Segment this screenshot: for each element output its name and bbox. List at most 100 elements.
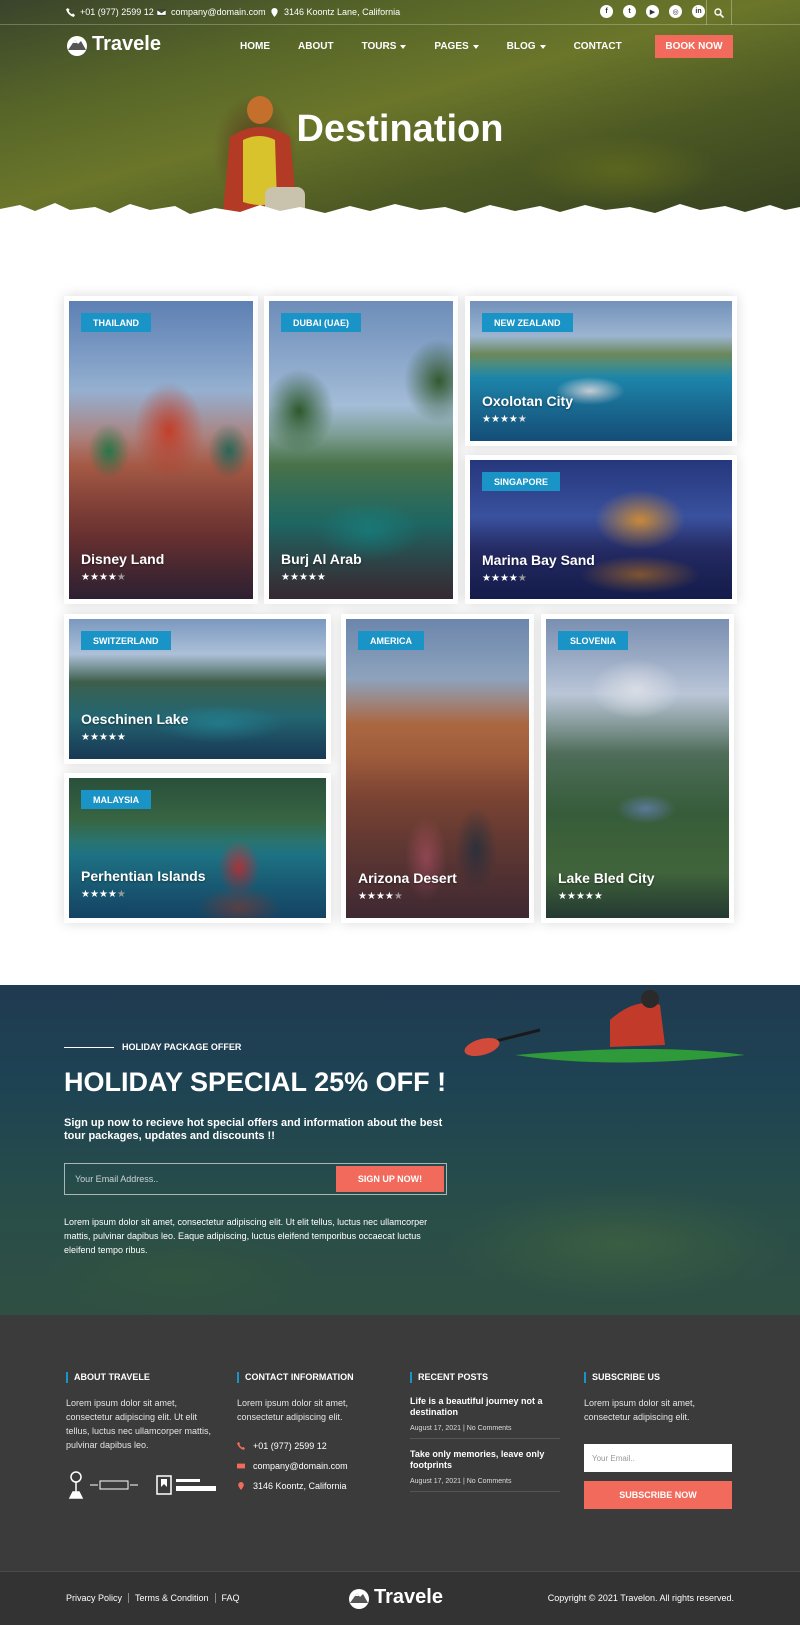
- post-title[interactable]: Take only memories, leave only footprint…: [410, 1449, 560, 1471]
- star-icon: ★: [81, 732, 90, 743]
- topbar-email-text: company@domain.com: [171, 7, 266, 17]
- phone-icon: [66, 7, 75, 17]
- destination-card[interactable]: MALAYSIA Perhentian Islands ★★★★★: [64, 773, 331, 923]
- facebook-icon[interactable]: f: [600, 5, 613, 18]
- destination-name: Arizona Desert: [358, 870, 457, 886]
- rating-stars: ★★★★★: [81, 732, 126, 743]
- youtube-icon[interactable]: ▶: [646, 5, 659, 18]
- privacy-policy-link[interactable]: Privacy Policy: [66, 1593, 128, 1603]
- brand-name: Travele: [92, 33, 161, 55]
- recent-post-item[interactable]: Life is a beautiful journey not a destin…: [410, 1396, 560, 1439]
- footer-logo[interactable]: Travele: [348, 1586, 443, 1609]
- star-icon: ★: [499, 414, 509, 425]
- main-navigation: Travele HOME ABOUT TOURS PAGES BLOG CONT…: [0, 25, 800, 70]
- nav-item-contact[interactable]: CONTACT: [574, 41, 622, 52]
- contact-email[interactable]: company@domain.com: [237, 1456, 387, 1476]
- destination-card[interactable]: AMERICA Arizona Desert ★★★★★: [341, 614, 534, 923]
- footer-posts-heading: RECENT POSTS: [410, 1372, 560, 1383]
- star-icon: ★: [107, 889, 117, 900]
- star-icon: ★: [89, 889, 99, 900]
- star-icon: ★: [584, 891, 594, 902]
- star-icon: ★: [508, 573, 518, 584]
- star-icon: ★: [98, 572, 108, 583]
- site-footer: ABOUT TRAVELE Lorem ipsum dolor sit amet…: [0, 1315, 800, 1625]
- star-icon: ★: [508, 414, 518, 425]
- star-icon: ★: [98, 889, 108, 900]
- star-icon: ★: [490, 573, 500, 584]
- nav-item-blog[interactable]: BLOG: [507, 41, 546, 52]
- terms-link[interactable]: Terms & Condition: [128, 1593, 215, 1603]
- rating-stars: ★★★★★: [281, 572, 326, 583]
- star-icon: ★: [289, 572, 299, 583]
- destination-name: Oeschinen Lake: [81, 711, 189, 727]
- nav-blog-label: BLOG: [506, 41, 536, 52]
- footer-bottom-bar: Privacy Policy Terms & Condition FAQ Tra…: [0, 1571, 800, 1625]
- destination-card[interactable]: SWITZERLAND Oeschinen Lake ★★★★★: [64, 614, 331, 764]
- chevron-down-icon: [539, 44, 546, 49]
- post-meta: August 17, 2021 | No Comments: [410, 1425, 512, 1432]
- nav-pages-label: PAGES: [434, 41, 469, 52]
- topbar-phone-text: +01 (977) 2599 12: [80, 7, 154, 17]
- contact-address: 3146 Koontz, California: [237, 1476, 387, 1496]
- twitter-icon[interactable]: t: [623, 5, 636, 18]
- nav-item-about[interactable]: ABOUT: [298, 41, 334, 52]
- offer-subtitle: Sign up now to recieve hot special offer…: [64, 1117, 443, 1142]
- offer-description: Lorem ipsum dolor sit amet, consectetur …: [64, 1217, 428, 1255]
- star-icon: ★: [116, 732, 126, 743]
- kayak-image: [464, 990, 745, 1063]
- instagram-icon[interactable]: ◎: [669, 5, 682, 18]
- rating-stars: ★★★★★: [81, 889, 126, 900]
- rating-stars: ★★★★★: [358, 891, 403, 902]
- book-now-button[interactable]: BOOK NOW: [655, 35, 733, 58]
- rating-stars: ★★★★★: [558, 891, 603, 902]
- contact-phone[interactable]: +01 (977) 2599 12: [237, 1436, 387, 1456]
- destination-card[interactable]: NEW ZEALAND Oxolotan City ★★★★★: [465, 296, 737, 446]
- footer-about-text: Lorem ipsum dolor sit amet, consectetur …: [66, 1398, 212, 1450]
- star-icon: ★: [482, 573, 491, 584]
- destination-card[interactable]: SLOVENIA Lake Bled City ★★★★★: [541, 614, 734, 923]
- brand-logo[interactable]: Travele: [66, 33, 161, 56]
- post-comments[interactable]: No Comments: [467, 1478, 512, 1485]
- nav-contact-label: CONTACT: [573, 41, 622, 52]
- subscribe-now-button[interactable]: SUBSCRIBE NOW: [584, 1481, 732, 1509]
- linkedin-icon[interactable]: in: [692, 5, 705, 18]
- offer-signup-form: Your Email Address.. SIGN UP NOW!: [64, 1163, 447, 1195]
- star-icon: ★: [107, 572, 117, 583]
- post-comments[interactable]: No Comments: [467, 1425, 512, 1432]
- subscribe-email-input[interactable]: Your Email..: [584, 1444, 732, 1472]
- nav-item-pages[interactable]: PAGES: [434, 41, 479, 52]
- offer-kicker-text: HOLIDAY PACKAGE OFFER: [122, 1042, 242, 1052]
- star-icon: ★: [558, 891, 567, 902]
- map-pin-icon: [271, 7, 278, 17]
- star-icon: ★: [575, 891, 585, 902]
- sign-up-button[interactable]: SIGN UP NOW!: [336, 1166, 444, 1192]
- recent-post-item[interactable]: Take only memories, leave only footprint…: [410, 1449, 560, 1492]
- star-icon: ★: [89, 732, 99, 743]
- post-title[interactable]: Life is a beautiful journey not a destin…: [410, 1396, 560, 1418]
- topbar-email[interactable]: company@domain.com: [157, 7, 266, 17]
- post-date: August 17, 2021: [410, 1425, 461, 1432]
- destination-card[interactable]: THAILAND Disney Land ★★★★★: [64, 296, 258, 604]
- star-icon: ★: [116, 889, 126, 900]
- nav-about-label: ABOUT: [298, 41, 334, 52]
- destination-name: Perhentian Islands: [81, 868, 206, 884]
- holiday-offer-section: HOLIDAY PACKAGE OFFER HOLIDAY SPECIAL 25…: [0, 985, 800, 1315]
- faq-link[interactable]: FAQ: [214, 1593, 246, 1603]
- page-title: Destination: [296, 108, 504, 150]
- award-winner-logo: [90, 1480, 138, 1490]
- offer-email-input[interactable]: Your Email Address..: [75, 1174, 158, 1184]
- country-tag: THAILAND: [81, 313, 151, 332]
- topbar-address-text: 3146 Koontz Lane, California: [284, 7, 401, 17]
- nav-item-tours[interactable]: TOURS: [362, 41, 407, 52]
- footer-about: ABOUT TRAVELE Lorem ipsum dolor sit amet…: [66, 1372, 216, 1500]
- country-tag: SINGAPORE: [482, 472, 561, 491]
- destination-card[interactable]: SINGAPORE Marina Bay Sand ★★★★★: [465, 455, 737, 604]
- destination-card[interactable]: DUBAI (UAE) Burj Al Arab ★★★★★: [264, 296, 458, 604]
- search-button[interactable]: [706, 0, 732, 25]
- nav-item-home[interactable]: HOME: [240, 41, 270, 52]
- destination-name: Burj Al Arab: [281, 551, 362, 567]
- offer-kicker: HOLIDAY PACKAGE OFFER: [64, 1042, 241, 1052]
- bookmark-icon: [156, 1475, 172, 1495]
- contact-list: +01 (977) 2599 12 company@domain.com 314…: [237, 1436, 387, 1496]
- topbar-phone[interactable]: +01 (977) 2599 12: [66, 7, 154, 17]
